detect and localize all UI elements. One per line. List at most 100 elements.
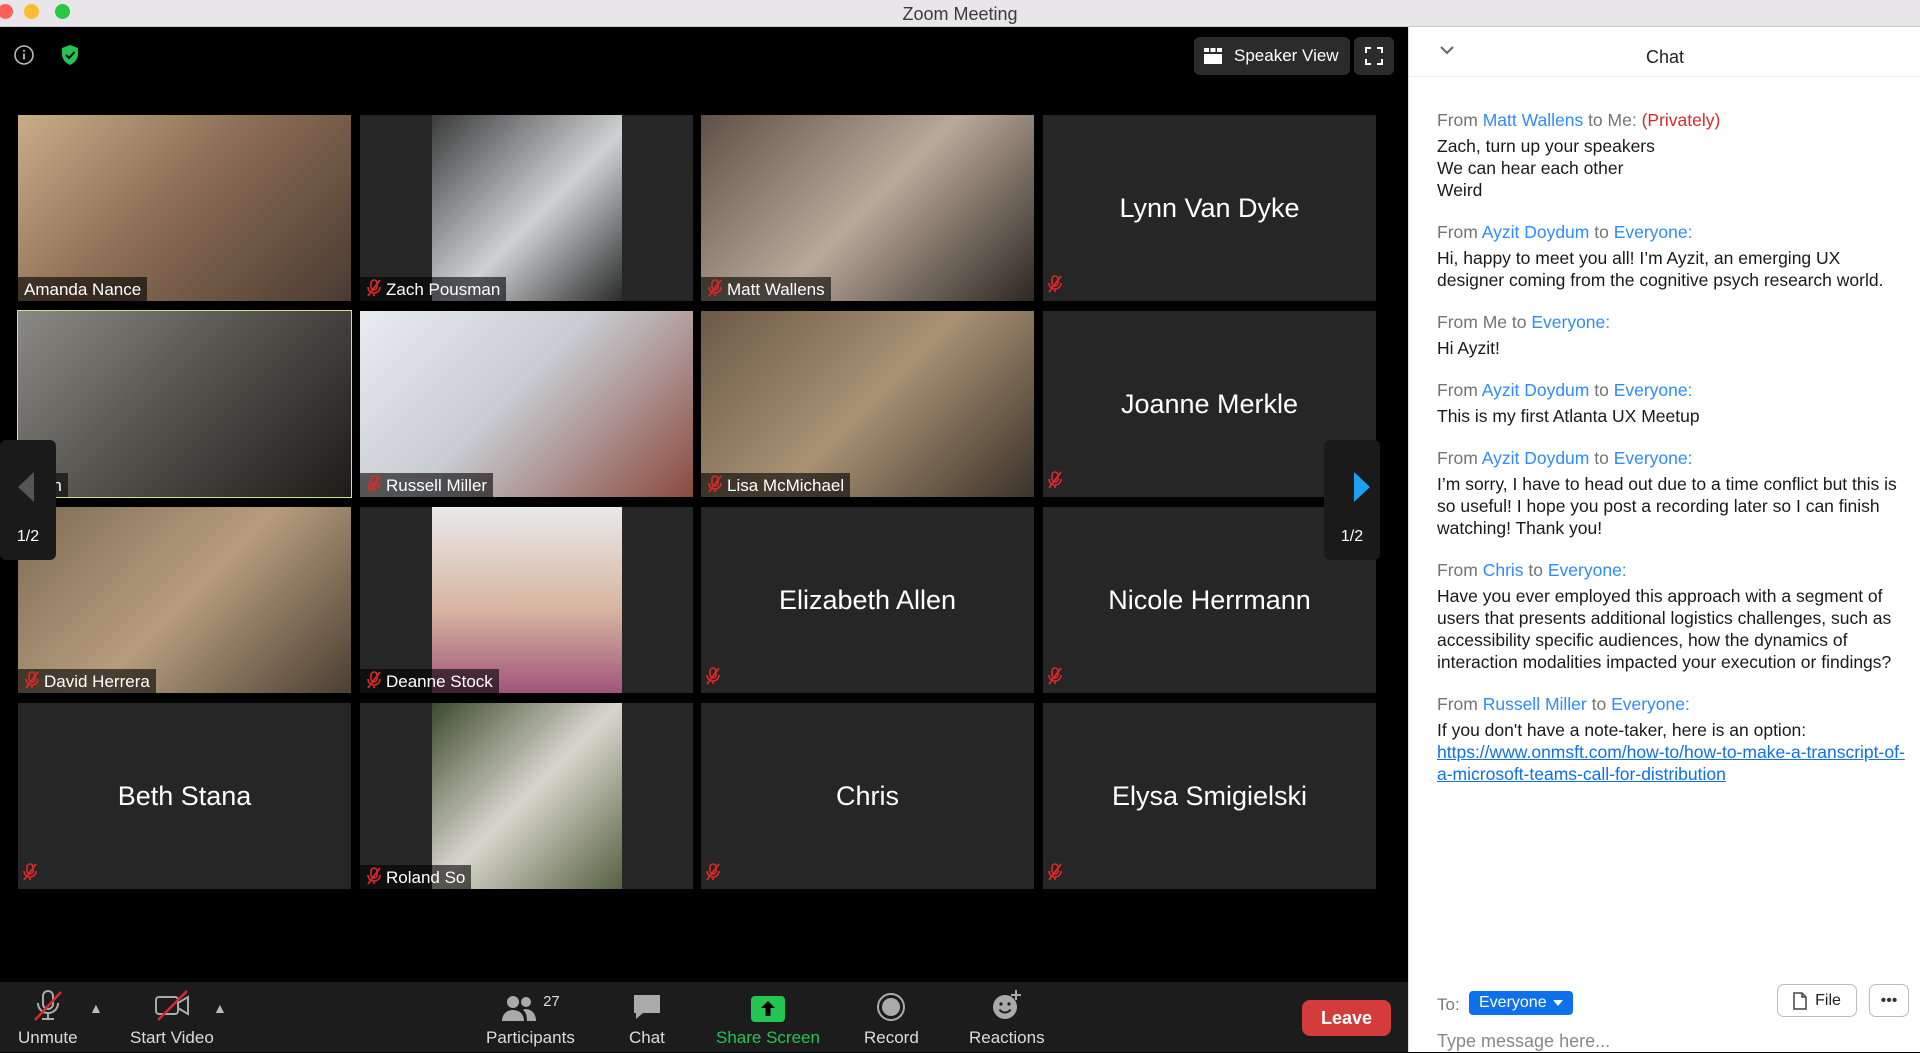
participant-name: Matt Wallens: [727, 280, 825, 299]
participant-tile[interactable]: Zach Pousman: [360, 115, 693, 301]
participant-name: Beth Stana: [117, 780, 252, 811]
speaker-view-button[interactable]: Speaker View: [1194, 37, 1350, 75]
chat-message: From Me to Everyone: Hi Ayzit!: [1437, 311, 1907, 359]
previous-page-button[interactable]: 1/2: [0, 440, 56, 560]
chat-message-meta: From Me to Everyone:: [1437, 311, 1907, 333]
chat-message-text: Have you ever employed this approach wit…: [1437, 586, 1892, 672]
chat-message: From Ayzit Doydum to Everyone: This is my…: [1437, 379, 1907, 427]
message-sender: Me: [1482, 312, 1508, 332]
unmute-label: Unmute: [18, 1028, 78, 1047]
participant-tile[interactable]: Beth Stana: [18, 703, 351, 889]
participant-tile[interactable]: Matt Wallens: [701, 115, 1034, 301]
leave-button[interactable]: Leave: [1302, 1000, 1391, 1036]
audio-options-chevron-icon[interactable]: ▲: [89, 1000, 103, 1016]
page-indicator-right: 1/2: [1340, 528, 1364, 545]
to-word: to: [1583, 110, 1608, 130]
mic-muted-icon: [707, 278, 723, 302]
participant-video: [360, 311, 693, 497]
participant-tile[interactable]: Roland So: [360, 703, 693, 889]
mic-muted-icon: [1047, 471, 1063, 494]
to-label: To:: [1437, 995, 1460, 1014]
file-label: File: [1815, 991, 1841, 1009]
from-word: From: [1437, 448, 1482, 468]
chat-message: From Chris to Everyone: Have you ever emp…: [1437, 559, 1907, 673]
start-video-button[interactable]: Start Video: [130, 988, 214, 1048]
chat-message-meta: From Russell Miller to Everyone:: [1437, 693, 1907, 715]
mic-muted-icon: [366, 866, 382, 890]
chat-message-text: Weird: [1437, 180, 1483, 200]
mic-muted-icon: [366, 278, 382, 302]
message-sender: Russell Miller: [1482, 694, 1587, 714]
participant-tile[interactable]: Allen: [17, 310, 352, 498]
participant-name: Chris: [835, 780, 899, 811]
to-word: to: [1589, 448, 1614, 468]
reactions-button[interactable]: Reactions: [969, 988, 1045, 1048]
record-button[interactable]: Record: [864, 988, 919, 1048]
chevron-left-icon: [18, 472, 34, 502]
reactions-label: Reactions: [969, 1028, 1045, 1047]
participant-name: Amanda Nance: [24, 280, 142, 299]
participant-tile[interactable]: David Herrera: [18, 507, 351, 693]
chat-panel: Chat From Matt Wallens to Me: (Privately…: [1408, 27, 1920, 1053]
mic-muted-icon: [24, 670, 40, 694]
participant-video: [701, 311, 1034, 497]
next-page-button[interactable]: 1/2: [1324, 440, 1380, 560]
from-word: From: [1437, 110, 1483, 130]
chat-message-text: Hi Ayzit!: [1437, 338, 1500, 358]
participant-tile[interactable]: Lynn Van Dyke: [1043, 115, 1376, 301]
file-button[interactable]: File: [1777, 984, 1857, 1017]
participant-tile[interactable]: Russell Miller: [360, 311, 693, 497]
from-word: From: [1437, 380, 1482, 400]
mic-muted-icon: [1047, 667, 1063, 690]
mic-muted-icon: [705, 863, 721, 886]
message-recipient: Everyone:: [1613, 380, 1693, 400]
participant-tile[interactable]: Elysa Smigielski: [1043, 703, 1376, 889]
participants-button[interactable]: 27 Participants: [486, 988, 575, 1048]
mic-muted-icon: [705, 667, 721, 690]
participant-tile[interactable]: Deanne Stock: [360, 507, 693, 693]
page-indicator-left: 1/2: [16, 528, 40, 545]
participant-tile[interactable]: Lisa McMichael: [701, 311, 1034, 497]
info-icon[interactable]: [10, 41, 38, 69]
title-bar: Zoom Meeting: [0, 0, 1920, 27]
participant-tile[interactable]: Chris: [701, 703, 1034, 889]
participant-tile[interactable]: Amanda Nance: [18, 115, 351, 301]
chat-message-text: This is my first Atlanta UX Meetup: [1437, 406, 1700, 426]
participant-tile[interactable]: Elizabeth Allen: [701, 507, 1034, 693]
fullscreen-icon: [1365, 47, 1383, 65]
chat-message-meta: From Matt Wallens to Me: (Privately): [1437, 109, 1907, 131]
participant-name-label: Matt Wallens: [701, 277, 831, 301]
more-options-button[interactable]: •••: [1869, 984, 1909, 1017]
to-word: to: [1589, 380, 1614, 400]
message-sender: Matt Wallens: [1482, 110, 1584, 130]
chat-message: From Ayzit Doydum to Everyone: Hi, happy …: [1437, 221, 1907, 291]
recipient-select[interactable]: Everyone: [1469, 991, 1573, 1015]
from-word: From: [1437, 312, 1483, 332]
fullscreen-button[interactable]: [1354, 37, 1394, 75]
meeting-toolbar: Unmute ▲ Start Video ▲ 27 Participants C…: [0, 982, 1408, 1052]
to-word: to: [1507, 312, 1532, 332]
chat-message: From Matt Wallens to Me: (Privately) Zach…: [1437, 109, 1907, 201]
participant-name: Roland So: [386, 868, 466, 887]
chat-label: Chat: [629, 1028, 665, 1047]
unmute-button[interactable]: Unmute: [18, 988, 78, 1048]
to-word: to: [1586, 694, 1612, 714]
participant-name: David Herrera: [44, 672, 150, 691]
chevron-right-icon: [1354, 472, 1370, 502]
chat-message-text: We can hear each other: [1437, 158, 1624, 178]
chat-button[interactable]: Chat: [629, 988, 665, 1048]
chat-bubble-icon: [633, 995, 660, 1019]
caret-down-icon: [1552, 1000, 1563, 1006]
participant-name-label: Roland So: [360, 865, 472, 890]
chat-message: From Russell Miller to Everyone: If you d…: [1437, 693, 1907, 785]
to-word: to: [1589, 222, 1614, 242]
participant-video: [18, 115, 351, 301]
chat-message-link[interactable]: https://www.onmsft.com/how-to/how-to-mak…: [1437, 741, 1907, 785]
video-options-chevron-icon[interactable]: ▲: [213, 1000, 227, 1016]
message-input[interactable]: [1437, 1029, 1897, 1053]
participant-name: Deanne Stock: [386, 672, 493, 691]
security-shield-icon[interactable]: [56, 41, 84, 69]
record-icon: [877, 993, 906, 1021]
share-screen-button[interactable]: Share Screen: [716, 988, 820, 1048]
share-screen-label: Share Screen: [716, 1028, 820, 1047]
